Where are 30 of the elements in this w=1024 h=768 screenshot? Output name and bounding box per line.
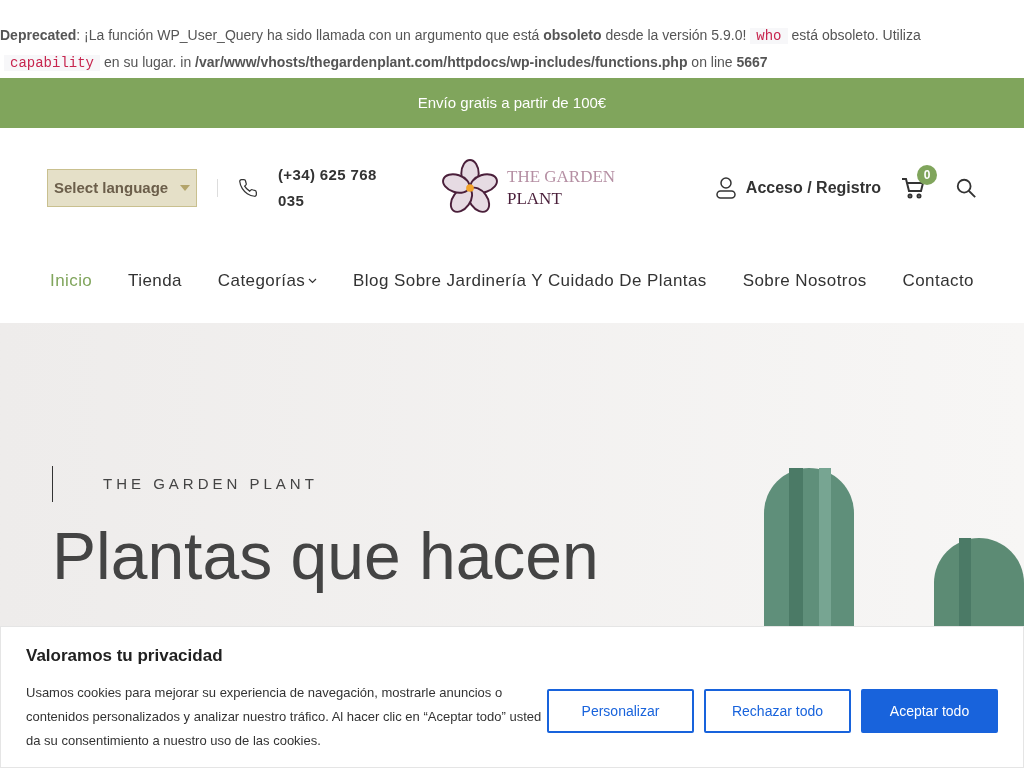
deprecation-notice-text: en su lugar. in /var/www/vhosts/thegardenplant.com/httpdocs/wp-includes/functions.php on line 5667 xyxy=(104,54,768,70)
cookie-title: Valoramos tu privacidad xyxy=(26,645,224,667)
code-snippet: who xyxy=(750,28,788,44)
caret-icon xyxy=(180,185,190,191)
deprecation-notice-text: Deprecated: ¡La función WP_User_Query ha sido llamada con un argumento que está obsoleto desde la versión 5.9.0! xyxy=(0,27,747,43)
phone-icon xyxy=(238,178,258,198)
code-snippet: capability xyxy=(4,55,100,71)
account-link[interactable]: Acceso / Registro xyxy=(745,176,881,200)
nav-link[interactable]: Sobre Nosotros xyxy=(742,267,867,294)
cookie-button[interactable]: Rechazar todo xyxy=(704,689,851,733)
cart-icon[interactable] xyxy=(901,177,925,199)
user-icon xyxy=(715,177,736,199)
nav-link[interactable]: Categorías xyxy=(217,267,318,294)
logo-text: THE GARDEN xyxy=(507,166,616,188)
phone-number[interactable]: (+34) 625 768 035 xyxy=(278,162,403,214)
hero-heading: Plantas que hacen xyxy=(52,518,600,595)
chevron-down-icon xyxy=(308,277,318,284)
language-select[interactable]: Select language xyxy=(47,169,197,207)
cart-count-badge: 0 xyxy=(917,165,937,185)
cookie-description: Usamos cookies para mejorar su experiencia de navegación, mostrarle anuncios o contenidos personalizados y analizar nuestro tráfico. Al hacer clic en “Aceptar todo” usted da su consentimiento a nuestro uso de las cookies. xyxy=(26,683,543,750)
search-icon[interactable] xyxy=(955,177,977,199)
cookie-button[interactable]: Aceptar todo xyxy=(861,689,998,733)
nav-link[interactable]: Tienda xyxy=(128,267,182,294)
promo-bar: Envío gratis a partir de 100€ xyxy=(0,78,1024,128)
hero-eyebrow: THE GARDEN PLANT xyxy=(103,473,318,494)
logo-text: PLANT xyxy=(507,188,563,210)
nav-link[interactable]: Blog Sobre Jardinería Y Cuidado De Plantas xyxy=(353,267,707,294)
deprecation-notice-text: está obsoleto. Utiliza xyxy=(791,27,921,43)
cookie-button[interactable]: Personalizar xyxy=(547,689,694,733)
nav-link[interactable]: Contacto xyxy=(902,267,974,294)
